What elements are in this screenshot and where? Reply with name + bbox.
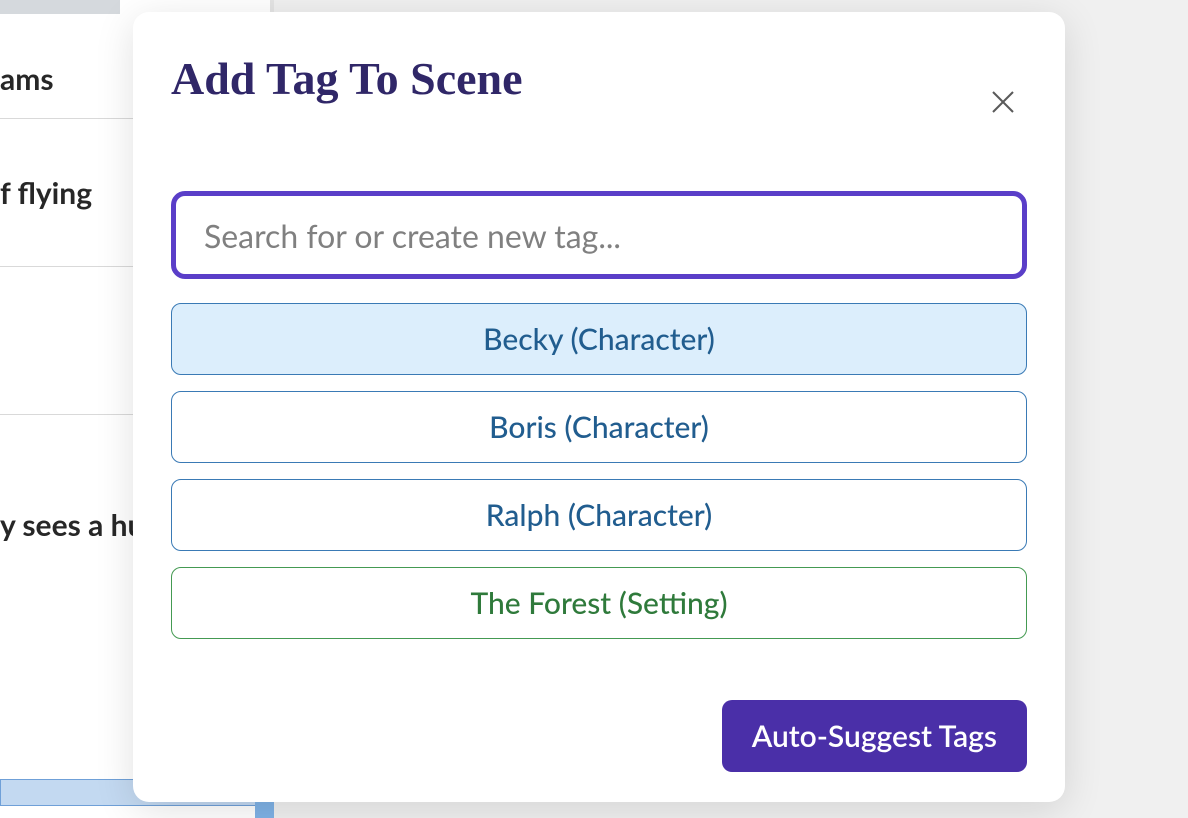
tag-option[interactable]: Ralph (Character) bbox=[171, 479, 1027, 551]
tag-option[interactable]: Becky (Character) bbox=[171, 303, 1027, 375]
tag-suggestion-list: Becky (Character) Boris (Character) Ralp… bbox=[171, 303, 1027, 639]
auto-suggest-button[interactable]: Auto-Suggest Tags bbox=[722, 700, 1027, 772]
bg-grey-strip bbox=[0, 0, 120, 14]
tag-search-input[interactable] bbox=[171, 191, 1027, 279]
tag-option[interactable]: The Forest (Setting) bbox=[171, 567, 1027, 639]
close-button[interactable] bbox=[981, 80, 1025, 124]
tag-option[interactable]: Boris (Character) bbox=[171, 391, 1027, 463]
modal-title: Add Tag To Scene bbox=[171, 52, 1027, 105]
add-tag-modal: Add Tag To Scene Becky (Character) Boris… bbox=[133, 12, 1065, 802]
search-wrap bbox=[171, 191, 1027, 279]
modal-footer: Auto-Suggest Tags bbox=[722, 700, 1027, 772]
close-icon bbox=[988, 87, 1018, 117]
